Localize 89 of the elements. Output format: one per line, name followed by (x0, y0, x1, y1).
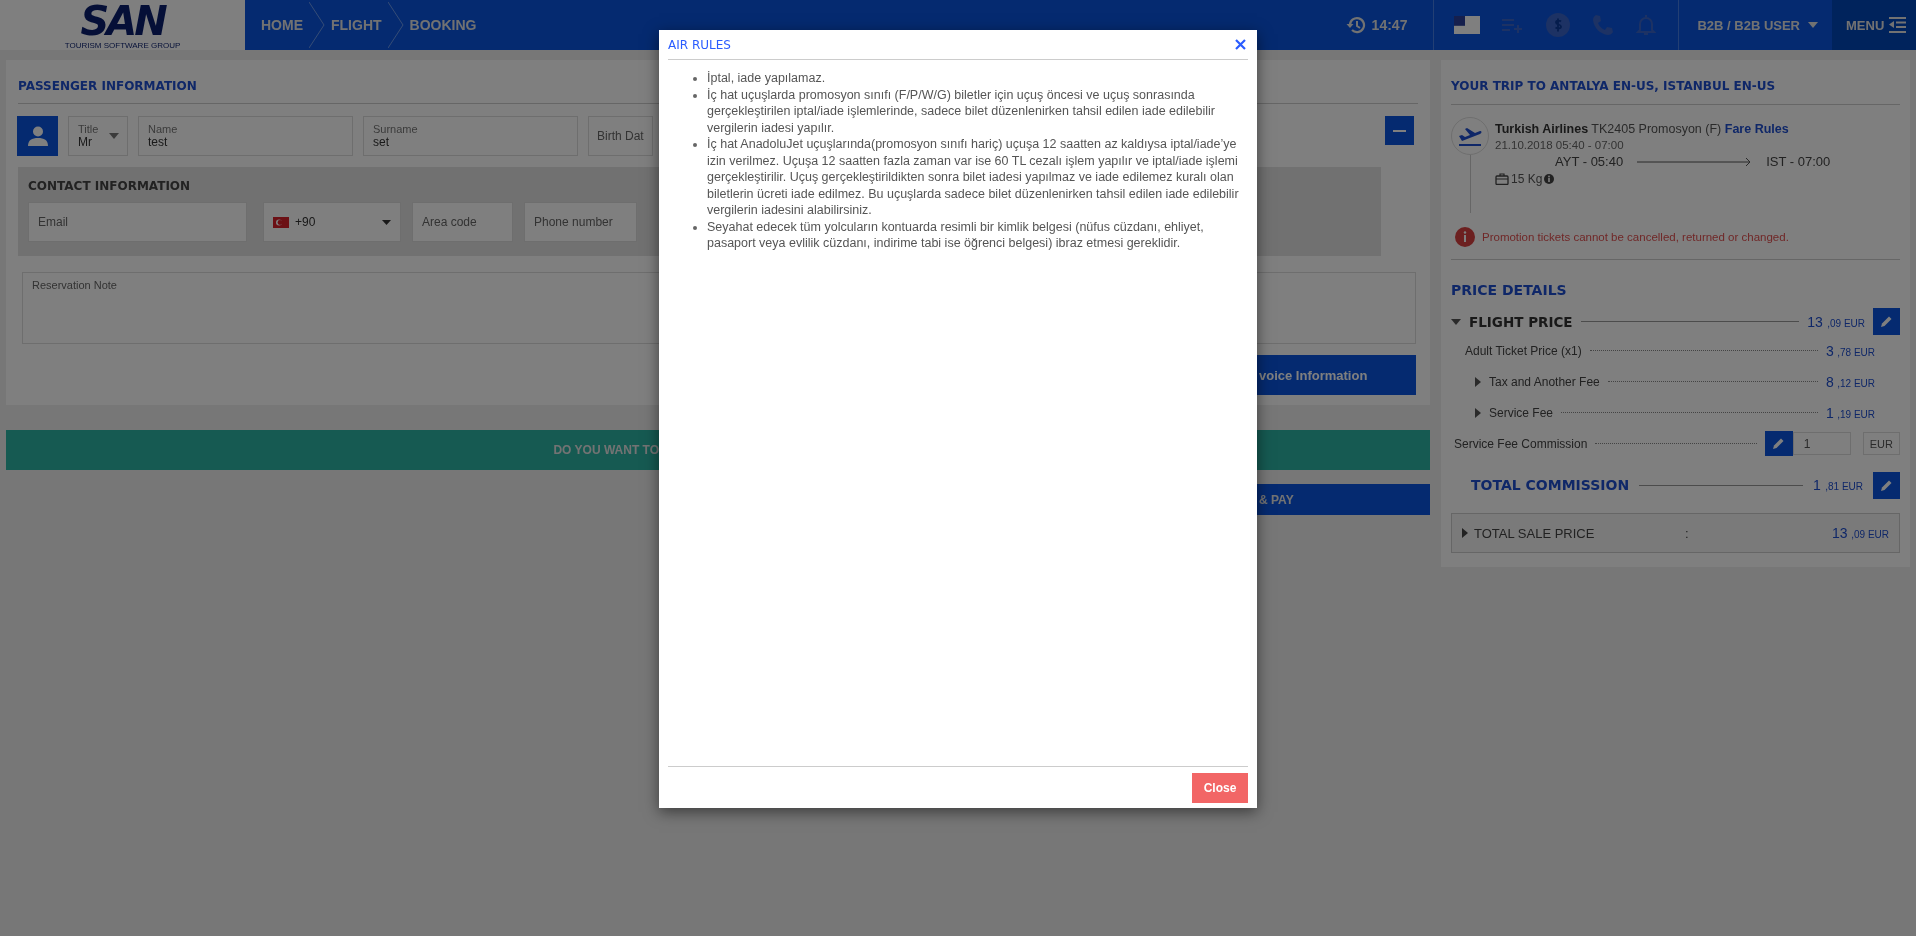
baggage-allowance: 15 Kg (1511, 172, 1543, 186)
date-field[interactable]: Birth Dat (588, 116, 653, 156)
flag-icon (273, 216, 289, 228)
alert-icon (1455, 227, 1475, 247)
bullet-icon (693, 77, 697, 81)
field-label: Surname (373, 123, 419, 135)
warning-text: Promotion tickets cannot be cancelled, returned or changed. (1482, 231, 1789, 243)
breadcrumb-link[interactable]: BOOKING (409, 17, 477, 33)
price-line-label: Adult Ticket Price (x1) (1465, 343, 1582, 358)
caret-icon (382, 219, 391, 225)
fare-rules-link[interactable]: Fare Rules (1724, 122, 1789, 136)
price-amount: 1 ,19 EUR (1826, 404, 1875, 421)
pencil-icon (1772, 437, 1786, 450)
arrow-icon (1637, 156, 1753, 167)
commission-label: Service Fee Commission (1454, 436, 1588, 451)
field-label: Title (78, 123, 100, 135)
person-icon (27, 126, 48, 146)
section-title: PRICE DETAILS (1451, 281, 1568, 300)
invoice-button[interactable]: voice Information (1257, 355, 1416, 395)
text-field[interactable]: Name test (138, 116, 353, 156)
flight-price-label: FLIGHT PRICE (1469, 313, 1573, 330)
price-amount: 8 ,12 EUR (1826, 373, 1875, 390)
dial-code-select[interactable]: +90 (263, 202, 401, 242)
collapse-button[interactable] (1385, 116, 1414, 145)
email-field[interactable]: Email (28, 202, 247, 242)
edit-button[interactable] (1873, 471, 1900, 499)
total-sale-row[interactable]: TOTAL SALE PRICE : 13 ,09 EUR (1451, 513, 1900, 553)
field-label: Name (148, 123, 179, 135)
flight-date: 21.10.2018 05:40 - 07:00 (1495, 139, 1625, 151)
currency-label: EUR (1862, 432, 1900, 455)
pay-button[interactable]: & PAY (1257, 484, 1430, 515)
info-icon[interactable] (1544, 174, 1555, 184)
pencil-icon (1880, 315, 1893, 328)
price-amount: 1 ,81 EUR (1812, 476, 1863, 494)
menu-button[interactable]: MENU (1832, 0, 1916, 50)
clock-time: 14:47 (1371, 17, 1408, 33)
field-value[interactable]: test (148, 135, 343, 149)
select-value[interactable]: Mr (78, 135, 118, 149)
user-menu[interactable]: B2B / B2B USER (1679, 0, 1832, 50)
modal-title: AIR RULES (668, 37, 731, 52)
breadcrumb-link[interactable]: FLIGHT (331, 17, 382, 33)
dial-code: +90 (295, 215, 316, 229)
flag-icon[interactable] (1454, 16, 1481, 34)
logo[interactable]: SAN TOURISM SOFTWARE GROUP (0, 0, 245, 50)
price-amount: 13 ,09 EUR (1807, 312, 1865, 331)
minus-icon (1393, 129, 1406, 132)
bullet-icon (693, 225, 697, 230)
rule-text: İç hat AnadoluJet uçuşlarında(promosyon sınıfı hariç) uçuşa 12 saatten az kaldıysa iptal/iade’ye izin verilmez. Uçuşa 12 saatten fazla zaman var ise 60 TL cezalı işlem yapılır ve iptal/iade işlemi gerçekleştirilir. Uçuş gerçekleştirildikten sonra bilet iadesi yapılmaz ve iade edilemez kuralı olan biletlerin ücreti iade edilmez. Bu uçuşlarda sadece bilet düzenlenirken tahsil edilen iade edilebilir vergilerin iadesini alabilirsiniz. (707, 136, 1240, 219)
close-icon[interactable] (1233, 37, 1248, 52)
price-amount: 3 ,78 EUR (1826, 342, 1875, 359)
departure: AYT - 05:40 (1555, 154, 1624, 169)
commission-field[interactable]: 1 (1792, 432, 1851, 455)
flight-info: TK2405 Promosyon (F) (1591, 122, 1722, 136)
total-sale-label: TOTAL SALE PRICE (1474, 525, 1596, 541)
edit-button[interactable] (1764, 431, 1793, 456)
arrival: IST - 07:00 (1766, 154, 1831, 169)
phone-field[interactable]: Phone number (524, 202, 637, 242)
total-commission-label: TOTAL COMMISSION (1471, 477, 1630, 493)
caret-icon[interactable] (1475, 407, 1481, 418)
history-icon (1345, 15, 1366, 35)
caret-icon (1808, 22, 1818, 28)
pencil-icon (1880, 478, 1893, 492)
bullet-icon (693, 143, 697, 147)
field-value[interactable]: set (373, 135, 568, 149)
airline-name: Turkish Airlines (1495, 122, 1589, 136)
close-button[interactable]: Close (1192, 772, 1248, 803)
breadcrumb-link[interactable]: HOME (261, 17, 303, 33)
text-field[interactable]: Surname set (363, 116, 578, 156)
title-select[interactable]: Title Mr (68, 116, 128, 156)
caret-icon[interactable] (1475, 376, 1481, 387)
rule-text: İç hat uçuşlarda promosyon sınıfı (F/P/W/G) biletler için uçuş öncesi ve uçuş sonrasında gerçekleştirilen iptal/iade işlemlerinde, sadece bilet düzenlenirken tahsil edilen iade edilebilir vergilerin iadesi yapılır. (707, 86, 1216, 136)
airplane-icon (1451, 117, 1489, 155)
rule-text: Seyahat edecek tüm yolcuların kontuarda resimli bir kimlik belgesi (nüfus cüzdanı, ehliyet, pasaport veya evlilik cüzdanı, indirime tabi ise öğrenci belgesi) ibraz etmesi gereklidir. (707, 218, 1205, 252)
bullet-icon (693, 93, 697, 98)
edit-button[interactable] (1873, 308, 1900, 335)
price-amount: 13 ,09 EUR (1832, 526, 1889, 541)
caret-icon[interactable] (109, 133, 119, 139)
price-line-label: Service Fee (1489, 405, 1554, 420)
caret-icon[interactable] (1462, 528, 1468, 538)
section-title: CONTACT INFORMATION (28, 179, 192, 193)
luggage-icon (1495, 173, 1509, 185)
section-title: YOUR TRIP TO ANTALYA EN-US, ISTANBUL EN-US (1451, 79, 1776, 93)
area-code-field[interactable]: Area code (412, 202, 513, 242)
menu-icon (1888, 16, 1907, 34)
caret-icon[interactable] (1451, 318, 1461, 325)
price-line-label: Tax and Another Fee (1489, 374, 1600, 389)
separator: : (1685, 525, 1689, 541)
section-title: PASSENGER INFORMATION (18, 79, 197, 93)
rule-text: İptal, iade yapılamaz. (707, 70, 826, 87)
